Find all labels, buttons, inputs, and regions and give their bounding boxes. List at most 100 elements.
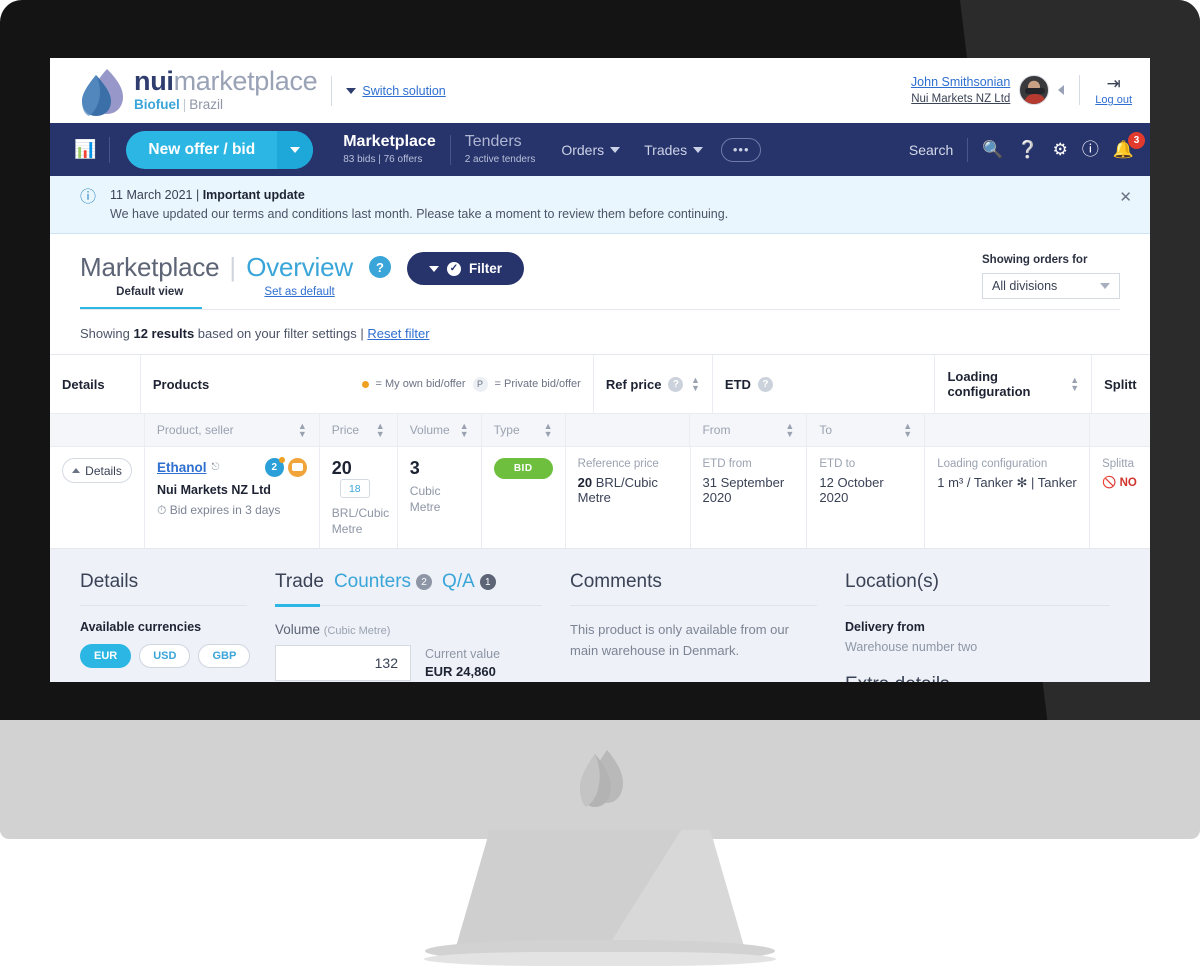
menu-trades[interactable]: Trades [632, 142, 715, 158]
detail-price-label: Price [80, 680, 247, 682]
chart-icon[interactable]: 📊 [70, 139, 109, 160]
table-row[interactable]: Details Ethanol ⎋ 2 Nui Markets NZ Ltd ⏱… [50, 446, 1150, 549]
set-as-default-link[interactable]: Set as default [246, 286, 353, 298]
alert-title: Important update [202, 188, 305, 202]
tab-tenders[interactable]: Tenders 2 active tenders [451, 132, 550, 167]
subheader-price[interactable]: Price ▲ ▼ [320, 414, 398, 447]
more-menu-button[interactable]: ••• [721, 137, 762, 162]
switch-solution[interactable]: Switch solution [346, 84, 446, 98]
expanded-detail-panel: Details Available currencies EUR USD GBP… [50, 549, 1150, 682]
currency-chip-usd[interactable]: USD [139, 644, 191, 669]
sort-icon[interactable]: ▲ ▼ [691, 375, 700, 392]
volume-input[interactable] [275, 645, 411, 682]
chevron-up-icon [72, 468, 81, 474]
avatar[interactable] [1019, 75, 1050, 106]
subheader-product-seller[interactable]: Product, seller ▲ ▼ [145, 414, 320, 447]
table-legend: = My own bid/offer P = Private bid/offer [361, 376, 581, 392]
nui-droplet-logo-icon [80, 67, 124, 117]
user-org-link[interactable]: Nui Markets NZ Ltd [911, 91, 1010, 108]
chevron-down-icon [610, 146, 621, 153]
expand-details-button[interactable]: Details [62, 458, 132, 484]
tab-trade[interactable]: Trade [275, 571, 324, 593]
subheader-etd-from[interactable]: From ▲ ▼ [690, 414, 808, 447]
user-info[interactable]: John Smithsonian Nui Markets NZ Ltd [911, 73, 1010, 108]
close-icon[interactable]: ✕ [1119, 188, 1132, 206]
help-icon[interactable]: ? [668, 376, 684, 392]
col-header-loading-config[interactable]: Loading configuration ▲ ▼ [935, 355, 1093, 413]
locations-heading: Location(s) [845, 571, 939, 593]
brand-divider [331, 75, 333, 106]
switch-solution-link[interactable]: Switch solution [362, 84, 445, 98]
tab-qa[interactable]: Q/A [442, 571, 475, 593]
subheader-volume[interactable]: Volume ▲ ▼ [398, 414, 482, 447]
view-tab-default[interactable]: Marketplace Default view [80, 252, 220, 298]
view-tab-overview[interactable]: Overview Set as default [246, 252, 353, 298]
sort-icon[interactable]: ▲ ▼ [1070, 375, 1079, 392]
ref-price-value: 20 BRL/Cubic Metre [578, 475, 678, 505]
price-unit: BRL/Cubic Metre [331, 505, 390, 536]
col-header-ref-price[interactable]: Ref price ? ▲ ▼ [594, 355, 713, 413]
external-link-icon[interactable]: ⎋ [212, 462, 220, 473]
sort-icon[interactable]: ▲ ▼ [785, 421, 794, 438]
gear-icon[interactable]: ⚙ [1053, 141, 1068, 158]
page-header: Marketplace Default view | Overview Set … [80, 234, 1120, 299]
own-bid-dot-icon [361, 380, 369, 388]
help-icon[interactable]: ❔ [1017, 141, 1038, 158]
logo[interactable]: nuimarketplace Biofuel | Brazil [80, 65, 318, 117]
tab-marketplace[interactable]: Marketplace 83 bids | 76 offers [329, 132, 450, 167]
info-icon[interactable]: ⓘ [1082, 141, 1099, 158]
locations-rule [845, 605, 1110, 607]
counters-badge-icon[interactable]: 2 [264, 457, 285, 478]
detail-column-comments: Comments This product is only available … [570, 571, 845, 682]
notification-bell-icon[interactable]: 🔔 3 [1113, 132, 1145, 158]
chevron-down-icon [428, 265, 439, 272]
trade-tabs-rule [275, 604, 542, 608]
nui-stand-logo-icon [569, 746, 631, 808]
sort-icon[interactable]: ▲ ▼ [903, 421, 912, 438]
monitor-frame: nuimarketplace Biofuel | Brazil Switch sol… [0, 0, 1200, 726]
logout-label[interactable]: Log out [1095, 94, 1132, 106]
cell-ref-price: Reference price 20 BRL/Cubic Metre [566, 447, 691, 549]
currency-chip-gbp[interactable]: GBP [198, 644, 251, 669]
cell-splittable: Splitta 🚫 NO [1090, 447, 1150, 548]
cell-etd-from: ETD from 31 September 2020 [691, 447, 808, 549]
results-summary: Showing 12 results based on your filter … [80, 310, 1120, 354]
menu-orders[interactable]: Orders [549, 142, 632, 158]
chevron-left-icon[interactable] [1058, 85, 1065, 96]
help-icon[interactable]: ? [757, 376, 773, 392]
page-title-sub: Default view [116, 286, 184, 298]
subheader-etd-to[interactable]: To ▲ ▼ [807, 414, 926, 447]
search-icon[interactable]: 🔍 [982, 141, 1003, 158]
loading-config-label: Loading configuration [937, 458, 1048, 471]
sort-icon[interactable]: ▲ ▼ [298, 421, 307, 438]
ref-price-label: Reference price [577, 458, 659, 471]
filter-button[interactable]: ✓ Filter [406, 252, 524, 285]
counters-count-badge: 2 [416, 574, 433, 591]
subheader-blank-loading [925, 414, 1091, 447]
chat-bubble-icon[interactable] [287, 458, 307, 478]
division-select[interactable]: All divisions [982, 273, 1120, 299]
volume-unit: Cubic Metre [409, 484, 441, 515]
sort-icon[interactable]: ▲ ▼ [544, 421, 553, 438]
sort-icon[interactable]: ▲ ▼ [460, 421, 469, 438]
product-name-link[interactable]: Ethanol [157, 460, 207, 475]
logout-button[interactable]: ⇥ Log out [1095, 75, 1132, 106]
new-offer-dropdown-button[interactable] [277, 130, 314, 169]
sort-icon[interactable]: ▲ ▼ [376, 421, 385, 438]
search-label[interactable]: Search [909, 142, 953, 158]
trade-tabs: Trade Counters 2 Q/A 1 [275, 571, 542, 593]
details-heading: Details [80, 571, 139, 593]
table-header-row: Details Products = My own bid/offer P = … [50, 355, 1150, 413]
reset-filter-link[interactable]: Reset filter [367, 326, 429, 341]
user-name-link[interactable]: John Smithsonian [911, 73, 1010, 91]
chevron-down-icon [346, 87, 357, 94]
comments-rule [570, 605, 817, 607]
currency-chip-eur[interactable]: EUR [80, 644, 132, 669]
subheader-type[interactable]: Type ▲ ▼ [482, 414, 566, 447]
new-offer-bid-button[interactable]: New offer / bid [126, 131, 277, 169]
help-icon[interactable]: ? [368, 256, 391, 278]
tab-counters[interactable]: Counters [334, 571, 411, 593]
screen-viewport: nuimarketplace Biofuel | Brazil Switch sol… [50, 58, 1150, 682]
menu-orders-label: Orders [561, 141, 605, 158]
new-offer-bid-button-group[interactable]: New offer / bid [126, 130, 314, 169]
